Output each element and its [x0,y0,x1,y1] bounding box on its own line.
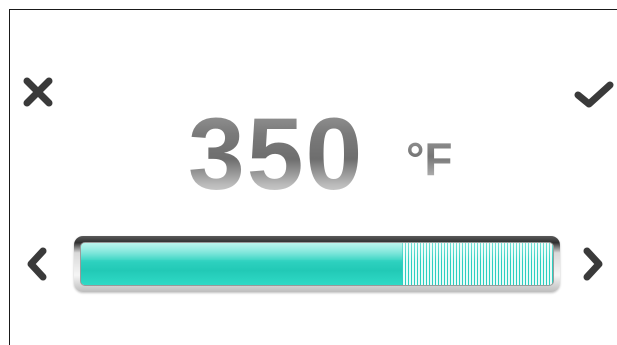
checkmark-icon [574,81,614,108]
decrease-button[interactable] [22,242,52,286]
cancel-button[interactable] [18,72,58,112]
temperature-slider[interactable] [74,236,560,292]
increase-button[interactable] [578,242,608,286]
temperature-display: 350 °F [188,97,488,211]
chevron-left-icon [27,247,47,281]
close-icon [23,77,53,107]
confirm-button[interactable] [572,74,616,114]
temperature-unit: °F [406,133,453,185]
slider-fill [81,243,402,285]
chevron-right-icon [583,247,603,281]
temperature-value: 350 [188,97,365,211]
slider-track-inner [80,242,554,286]
